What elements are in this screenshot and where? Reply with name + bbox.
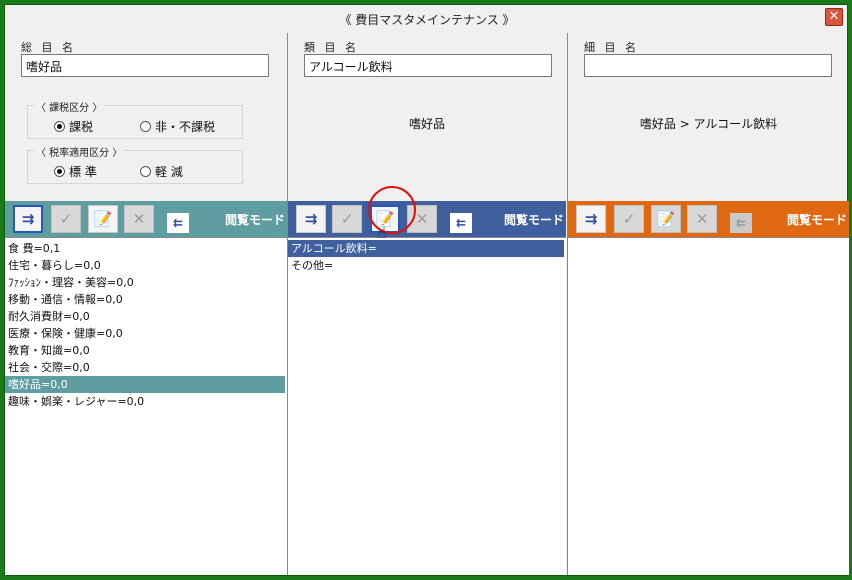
list-item[interactable]: 移動・通信・情報=0,0 <box>5 291 287 308</box>
list-item[interactable]: 食 費=0,1 <box>5 240 287 257</box>
radio-standard-rate-label: 標 準 <box>69 165 97 179</box>
subcategory-parent-path: 嗜好品 <box>408 117 445 131</box>
list-item[interactable]: その他= <box>288 257 566 274</box>
detail-category-parent-path: 嗜好品 > アルコール飲料 <box>639 117 778 131</box>
edit-button[interactable]: 📝 <box>651 205 681 233</box>
detail-category-toolbar: ⇉ ✓ 📝 ✕ ⇇ 閲覧モード <box>568 201 849 237</box>
edit-document-icon: 📝 <box>656 210 676 228</box>
add-item-icon: ⇉ <box>21 210 35 228</box>
subcategory-field[interactable]: アルコール飲料 <box>304 54 552 77</box>
edit-document-icon: 📝 <box>93 210 113 228</box>
add-item-icon: ⇉ <box>304 210 318 228</box>
confirm-button[interactable]: ✓ <box>332 205 362 233</box>
major-category-field[interactable]: 嗜好品 <box>21 54 269 77</box>
subcategory-label: 類 目 名 <box>304 41 359 54</box>
mode-label: 閲覧モード <box>224 213 285 227</box>
confirm-button[interactable]: ✓ <box>51 205 81 233</box>
close-button[interactable]: ✕ <box>825 8 843 26</box>
list-item[interactable]: 教育・知識=0,0 <box>5 342 287 359</box>
list-item-selected[interactable]: アルコール飲料= <box>288 240 564 257</box>
radio-standard-rate[interactable]: 標 準 <box>54 163 97 180</box>
list-item[interactable]: 耐久消費財=0,0 <box>5 308 287 325</box>
subcategory-toolbar: ⇉ ✓ 📝 ✕ ⇇ 閲覧モード <box>288 201 566 237</box>
add-button[interactable]: ⇉ <box>296 205 326 233</box>
close-icon: ✕ <box>828 9 840 24</box>
move-button[interactable]: ⇇ <box>730 213 752 233</box>
delete-button[interactable]: ✕ <box>124 205 154 233</box>
check-icon: ✓ <box>340 210 354 228</box>
list-item[interactable]: 社会・交際=0,0 <box>5 359 287 376</box>
detail-category-label: 細 目 名 <box>584 41 639 54</box>
main-window: 《 費目マスタメインテナンス 》 ✕ 総 目 名 嗜好品 〈 課税区分 〉 課税… <box>4 4 849 576</box>
delete-button[interactable]: ✕ <box>687 205 717 233</box>
check-icon: ✓ <box>622 210 636 228</box>
delete-icon: ✕ <box>415 210 429 228</box>
radio-unselected-icon <box>140 166 151 177</box>
radio-selected-icon <box>54 166 65 177</box>
detail-category-field[interactable] <box>584 54 832 77</box>
add-button[interactable]: ⇉ <box>13 205 43 233</box>
subcategory-panel: 類 目 名 アルコール飲料 嗜好品 ⇉ ✓ 📝 ✕ ⇇ 閲覧モード アルコール飲… <box>288 33 566 575</box>
radio-reduced-rate[interactable]: 軽 減 <box>140 163 183 180</box>
major-category-panel: 総 目 名 嗜好品 〈 課税区分 〉 課税 非・不課税 〈 税率適用区分 〉 標… <box>5 33 287 575</box>
mode-label: 閲覧モード <box>786 213 847 227</box>
radio-reduced-rate-label: 軽 減 <box>155 165 183 179</box>
move-item-icon: ⇇ <box>455 216 467 230</box>
add-button[interactable]: ⇉ <box>576 205 606 233</box>
move-item-icon: ⇇ <box>735 216 747 230</box>
list-item-selected[interactable]: 嗜好品=0,0 <box>5 376 285 393</box>
list-item[interactable]: 医療・保険・健康=0,0 <box>5 325 287 342</box>
radio-non-taxable-label: 非・不課税 <box>155 120 216 134</box>
major-category-list[interactable]: 食 費=0,1 住宅・暮らし=0,0 ﾌｧｯｼｮﾝ・理容・美容=0,0 移動・通… <box>5 237 287 575</box>
subcategory-list[interactable]: アルコール飲料= その他= <box>288 237 566 575</box>
detail-category-list[interactable] <box>568 237 849 575</box>
check-icon: ✓ <box>59 210 73 228</box>
tax-rate-group-label: 〈 税率適用区分 〉 <box>34 144 125 159</box>
delete-icon: ✕ <box>695 210 709 228</box>
tax-type-group: 〈 課税区分 〉 課税 非・不課税 <box>27 99 243 139</box>
window-title: 《 費目マスタメインテナンス 》 <box>339 13 515 27</box>
tax-type-group-label: 〈 課税区分 〉 <box>34 99 105 114</box>
list-item[interactable]: ﾌｧｯｼｮﾝ・理容・美容=0,0 <box>5 274 287 291</box>
radio-taxable[interactable]: 課税 <box>54 118 93 135</box>
list-item[interactable]: 趣味・娯楽・レジャー=0,0 <box>5 393 287 410</box>
list-item[interactable]: 住宅・暮らし=0,0 <box>5 257 287 274</box>
tax-rate-group: 〈 税率適用区分 〉 標 準 軽 減 <box>27 144 243 184</box>
move-item-icon: ⇇ <box>172 216 184 230</box>
mode-label: 閲覧モード <box>503 213 564 227</box>
radio-selected-icon <box>54 121 65 132</box>
move-button[interactable]: ⇇ <box>167 213 189 233</box>
hand-cursor-icon: ☝ <box>377 223 387 242</box>
confirm-button[interactable]: ✓ <box>614 205 644 233</box>
detail-category-panel: 細 目 名 嗜好品 > アルコール飲料 ⇉ ✓ 📝 ✕ ⇇ 閲覧モード <box>568 33 849 575</box>
major-category-label: 総 目 名 <box>21 41 76 54</box>
radio-taxable-label: 課税 <box>69 120 94 134</box>
radio-non-taxable[interactable]: 非・不課税 <box>140 118 215 135</box>
add-item-icon: ⇉ <box>584 210 598 228</box>
radio-unselected-icon <box>140 121 151 132</box>
move-button[interactable]: ⇇ <box>450 213 472 233</box>
edit-button[interactable]: 📝 <box>88 205 118 233</box>
major-category-toolbar: ⇉ ✓ 📝 ✕ ⇇ 閲覧モード <box>5 201 287 237</box>
delete-icon: ✕ <box>132 210 146 228</box>
highlight-circle <box>368 186 416 234</box>
